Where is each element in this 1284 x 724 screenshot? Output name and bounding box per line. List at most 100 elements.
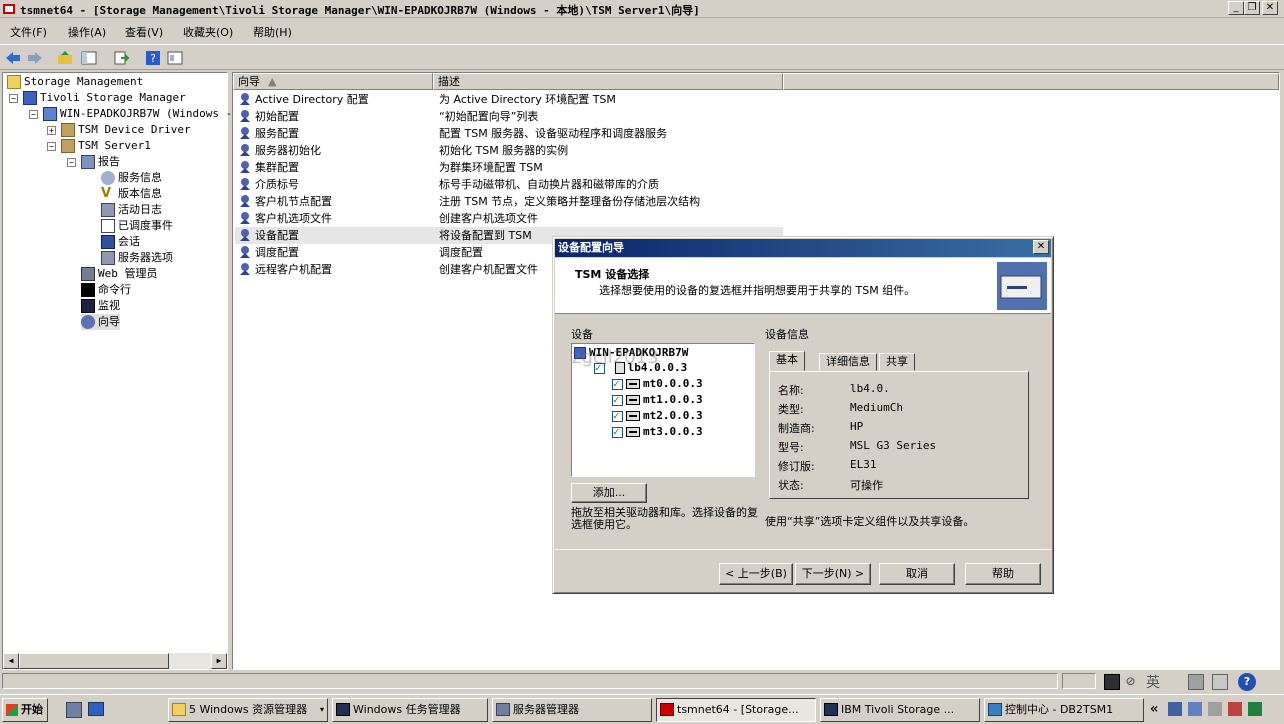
device-root-node[interactable]: WIN-EPADKOJRB7W (574, 346, 688, 360)
collapse-toggle[interactable]: − (67, 158, 76, 167)
task-server-manager[interactable]: 服务器管理器 (492, 698, 652, 722)
close-button[interactable]: ✕ (1262, 1, 1278, 15)
tree-item-storage-management[interactable]: Storage Management (7, 74, 143, 90)
ime-grid-icon[interactable] (1104, 674, 1120, 690)
menu-file[interactable]: 文件(F) (10, 24, 47, 40)
menu-help[interactable]: 帮助(H) (253, 24, 292, 40)
wizard-name: 初始配置 (255, 110, 299, 123)
collapse-toggle[interactable]: − (29, 110, 38, 119)
server-icon (61, 139, 75, 153)
tree-item-command-line[interactable]: 命令行 (81, 282, 131, 298)
device-library-node[interactable]: lb4.0.0.3 (594, 361, 687, 375)
menu-favorites[interactable]: 收藏夹(O) (183, 24, 233, 40)
tree-item-wizard[interactable]: 向导 (81, 314, 120, 330)
list-item[interactable]: 客户机选项文件 创建客户机选项文件 (235, 210, 783, 227)
up-folder-icon[interactable] (56, 49, 74, 67)
task-task-manager[interactable]: Windows 任务管理器 (332, 698, 488, 722)
help-button[interactable]: 帮助 (965, 563, 1041, 585)
column-header-description[interactable]: 描述 (433, 73, 783, 90)
device-tree[interactable]: WIN-EPADKOJRB7W lb4.0.0.3 mt0.0.0.3 mt1.… (571, 343, 755, 477)
task-explorer[interactable]: 5 Windows 资源管理器 ▾ (168, 698, 328, 722)
show-tree-icon[interactable] (80, 49, 98, 67)
drive-checkbox[interactable] (612, 409, 623, 423)
help-icon[interactable]: ? (144, 49, 162, 67)
forward-arrow-icon[interactable] (26, 49, 44, 67)
list-item[interactable]: 初始配置 “初始配置向导”列表 (235, 108, 783, 125)
tray-network-icon[interactable] (1168, 702, 1182, 716)
ime-language-indicator[interactable]: 英 (1146, 672, 1160, 692)
library-checkbox[interactable] (594, 361, 605, 375)
drive-checkbox[interactable] (612, 393, 623, 407)
tree-item-service-info[interactable]: 服务信息 (101, 170, 162, 186)
task-tsmnet64[interactable]: tsmnet64 - [Storage... (656, 698, 816, 722)
scroll-thumb[interactable] (19, 653, 169, 669)
menu-view[interactable]: 查看(V) (125, 24, 163, 40)
quicklaunch-server-icon[interactable] (66, 702, 82, 718)
device-drive-node[interactable]: mt2.0.0.3 (612, 409, 703, 423)
ime-help-icon[interactable]: ? (1238, 673, 1256, 691)
show-desktop-icon[interactable] (88, 702, 104, 716)
add-device-button[interactable]: 添加... (571, 483, 647, 503)
back-button[interactable]: < 上一步(B) (719, 563, 793, 585)
list-item[interactable]: 客户机节点配置 注册 TSM 节点，定义策略并整理备份存储池层次结构 (235, 193, 783, 210)
tree-item-activity-log[interactable]: 活动日志 (101, 202, 162, 218)
export-list-icon[interactable] (112, 49, 130, 67)
wizard-name: 客户机节点配置 (255, 195, 332, 208)
tree-item-version-info[interactable]: V 版本信息 (101, 186, 162, 202)
tray-monitor-icon[interactable] (1208, 702, 1222, 716)
task-ibm-tivoli[interactable]: IBM Tivoli Storage ... (820, 698, 980, 722)
tree-item-monitor[interactable]: 监视 (81, 298, 120, 314)
ime-tools-icon[interactable] (1212, 674, 1228, 690)
dialog-close-button[interactable]: ✕ (1033, 240, 1049, 254)
tree-horizontal-scrollbar[interactable]: ◀ ▶ (3, 653, 227, 669)
tree-item-server1[interactable]: TSM Server1 (61, 138, 151, 154)
tray-alert-icon[interactable] (1228, 702, 1242, 716)
scroll-right-button[interactable]: ▶ (211, 653, 227, 669)
tree-item-host[interactable]: WIN-EPADKOJRB7W (Windows - (43, 106, 232, 122)
tree-item-scheduled-events[interactable]: 已调度事件 (101, 218, 173, 234)
properties-icon[interactable] (166, 49, 184, 67)
tree-item-server-options[interactable]: 服务器选项 (101, 250, 173, 266)
ime-keyboard-icon[interactable] (1188, 674, 1204, 690)
tray-app-icon[interactable] (1248, 702, 1262, 716)
list-item[interactable]: 介质标号 标号手动磁带机、自动换片器和磁带库的介质 (235, 176, 783, 193)
tray-printer-icon[interactable] (1188, 702, 1202, 716)
tab-details[interactable]: 详细信息 (819, 353, 877, 371)
list-item[interactable]: Active Directory 配置 为 Active Directory 环境… (235, 91, 783, 108)
task-control-center[interactable]: 控制中心 - DB2TSM1 (984, 698, 1144, 722)
scroll-left-button[interactable]: ◀ (3, 653, 19, 669)
expand-toggle[interactable]: + (47, 126, 56, 135)
tree-pane[interactable]: Storage Management − Tivoli Storage Mana… (2, 72, 232, 670)
list-item[interactable]: 集群配置 为群集环境配置 TSM (235, 159, 783, 176)
taskbar: 开始 5 Windows 资源管理器 ▾ Windows 任务管理器 服务器管理器… (0, 694, 1284, 724)
tree-item-web-admin[interactable]: Web 管理员 (81, 266, 158, 282)
ime-disable-icon[interactable]: ⊘ (1126, 672, 1135, 690)
start-button[interactable]: 开始 (2, 698, 48, 722)
minimize-button[interactable]: _ (1228, 1, 1244, 15)
menu-action[interactable]: 操作(A) (68, 24, 106, 40)
status-bar (0, 670, 1284, 692)
cancel-button[interactable]: 取消 (879, 563, 955, 585)
device-drive-node[interactable]: mt1.0.0.3 (612, 393, 703, 407)
next-button[interactable]: 下一步(N) > (795, 563, 871, 585)
list-item[interactable]: 服务配置 配置 TSM 服务器、设备驱动程序和调度器服务 (235, 125, 783, 142)
tab-sharing[interactable]: 共享 (879, 353, 915, 371)
drive-checkbox[interactable] (612, 377, 623, 391)
collapse-toggle[interactable]: − (47, 142, 56, 151)
maximize-button[interactable]: ❐ (1244, 1, 1260, 15)
tray-expand-icon[interactable]: « (1150, 701, 1158, 717)
tree-item-sessions[interactable]: 会话 (101, 234, 140, 250)
back-arrow-icon[interactable] (4, 49, 22, 67)
tree-item-tsm[interactable]: Tivoli Storage Manager (23, 90, 186, 106)
collapse-toggle[interactable]: − (9, 94, 18, 103)
column-header-wizard[interactable]: 向导 ▲ (233, 73, 433, 90)
tree-item-reports[interactable]: 报告 (81, 154, 120, 170)
tree-item-device-driver[interactable]: TSM Device Driver (61, 122, 191, 138)
list-item[interactable]: 服务器初始化 初始化 TSM 服务器的实例 (235, 142, 783, 159)
device-drive-node[interactable]: mt0.0.0.3 (612, 377, 703, 391)
drive-checkbox[interactable] (612, 425, 623, 439)
tab-basic[interactable]: 基本 (769, 351, 805, 371)
server-icon (496, 703, 510, 716)
sort-up-icon: ▲ (268, 75, 277, 88)
device-drive-node[interactable]: mt3.0.0.3 (612, 425, 703, 439)
